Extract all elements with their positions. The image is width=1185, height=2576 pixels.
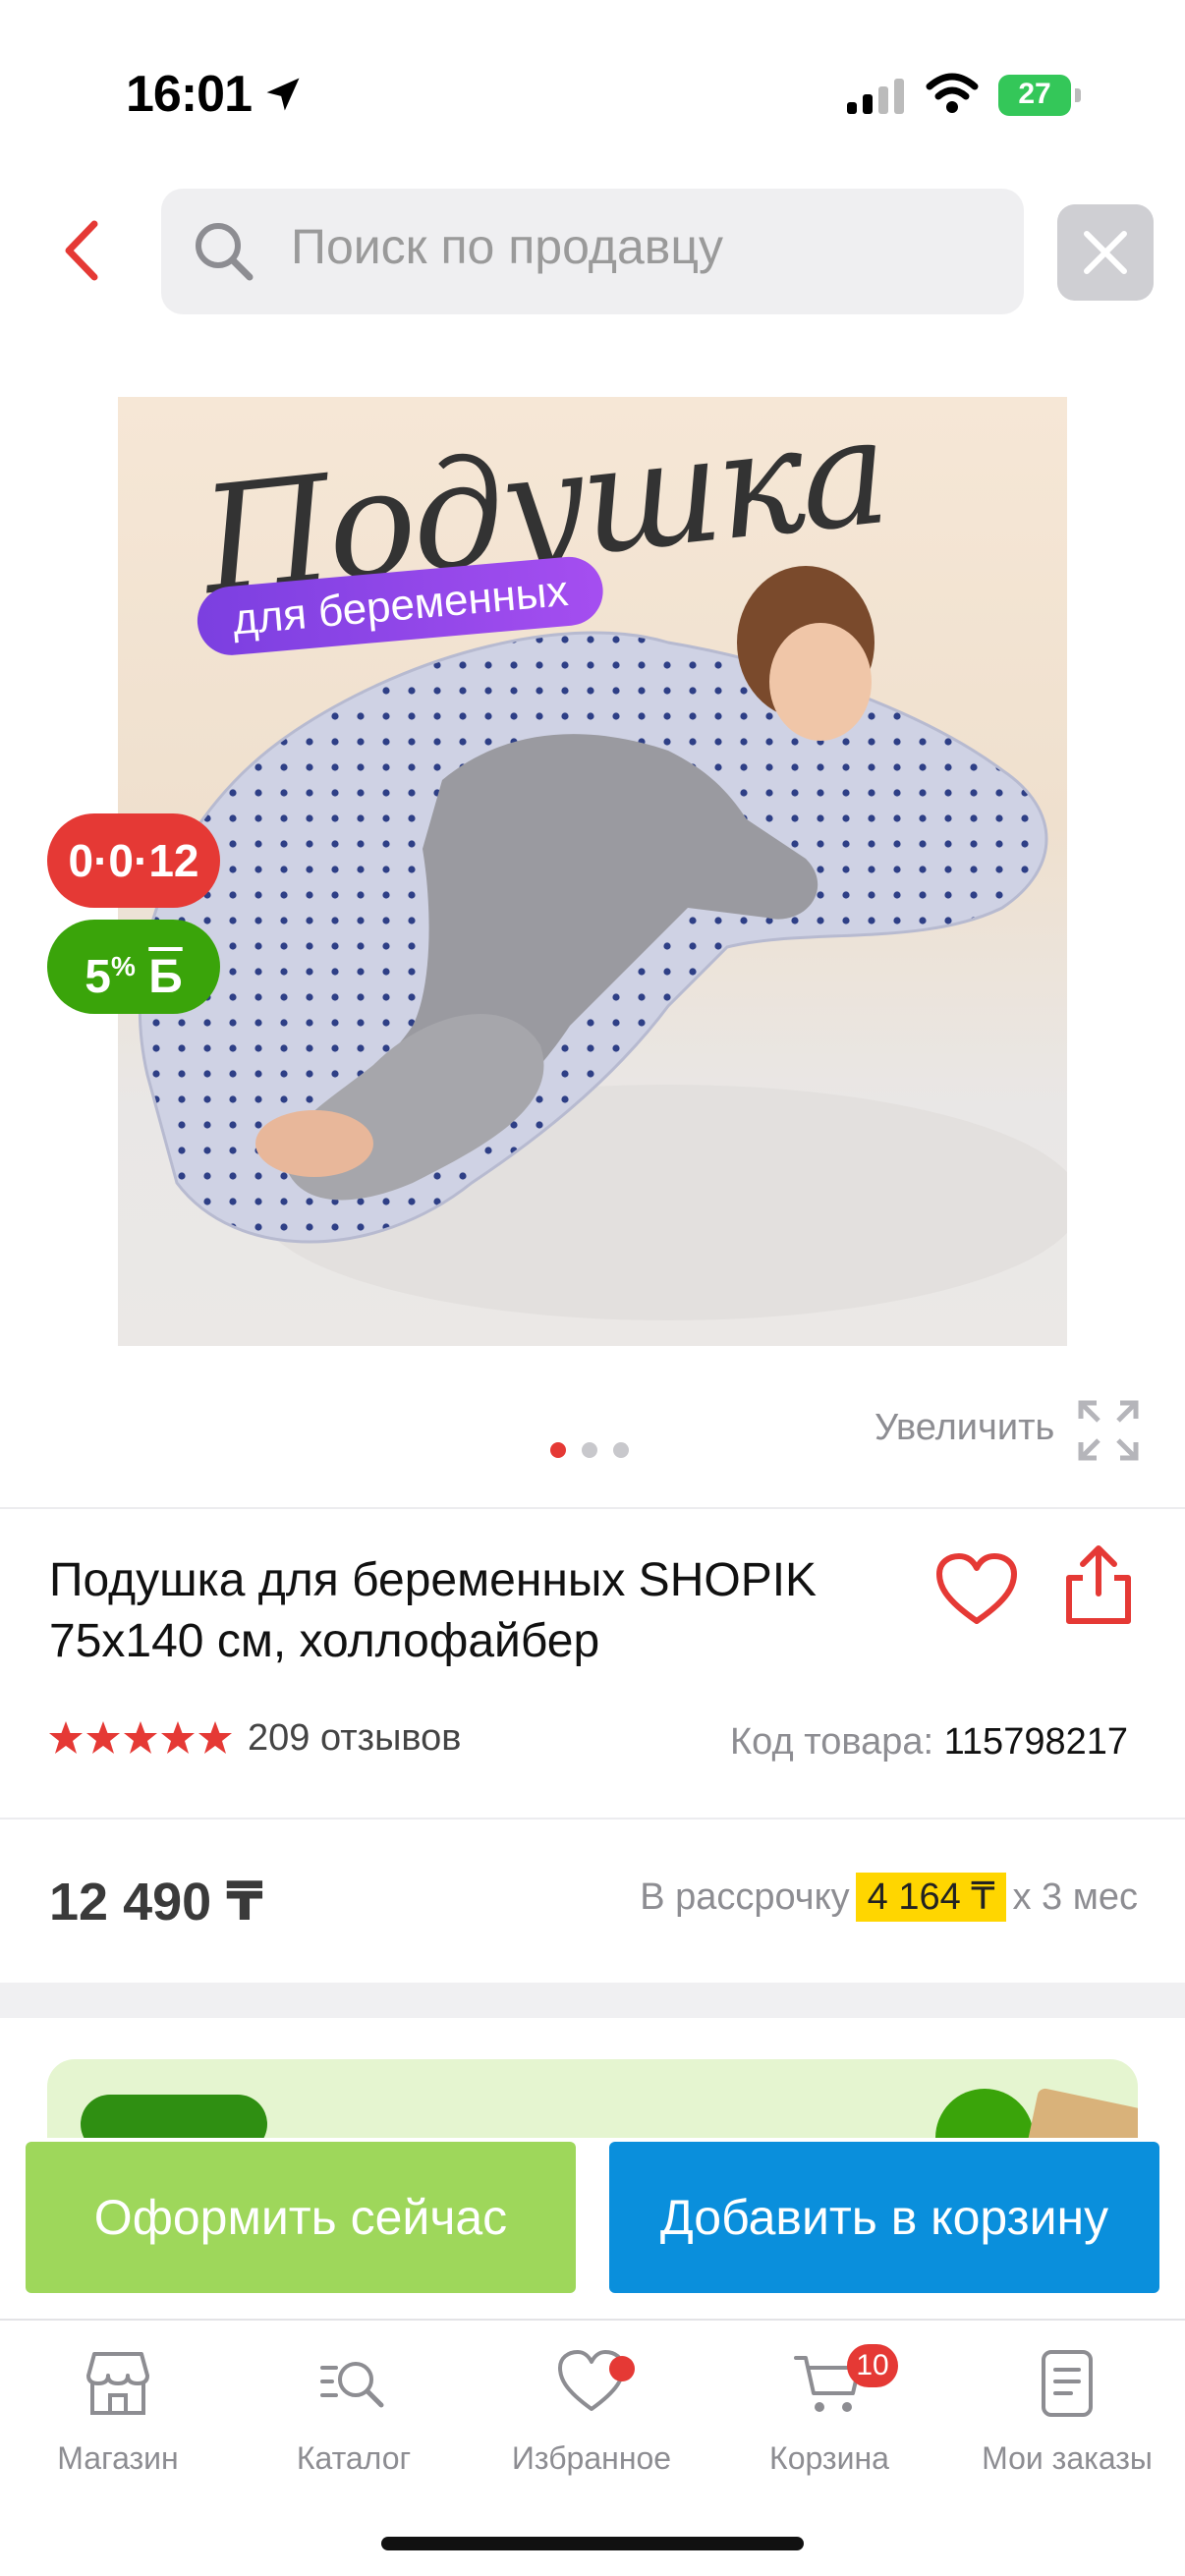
promo-banner[interactable] (47, 2059, 1138, 2138)
wifi-icon (926, 73, 979, 113)
product-image[interactable]: Подушка для беременных (118, 397, 1067, 1346)
seller-search-field[interactable]: Поиск по продавцу (161, 189, 1024, 314)
product-title: Подушка для беременных SHOPIK 75х140 см,… (49, 1554, 818, 1667)
store-icon (86, 2352, 149, 2415)
favorite-icon[interactable] (935, 1552, 1018, 1627)
cellular-signal-icon (847, 79, 904, 114)
search-icon (196, 223, 254, 281)
tab-favorites[interactable]: Избранное (474, 2346, 709, 2503)
tab-label: Каталог (296, 2440, 412, 2476)
sku-value: 115798217 (943, 1721, 1128, 1763)
tab-label: Магазин (57, 2440, 179, 2476)
status-bar: 16:01 27 (0, 0, 1185, 187)
favorites-notification-dot (609, 2356, 635, 2381)
tab-label: Корзина (769, 2440, 889, 2476)
add-to-cart-button[interactable]: Добавить в корзину (609, 2142, 1159, 2293)
tab-store[interactable]: Магазин (0, 2346, 236, 2503)
product-price: 12 490 ₸ (49, 1873, 263, 1932)
pillow-illustration (138, 566, 1067, 1320)
zoom-button[interactable]: Увеличить (875, 1399, 1150, 1464)
battery-indicator: 27 (998, 75, 1081, 116)
divider (0, 1507, 1185, 1509)
expand-icon (1078, 1400, 1139, 1461)
installment-amount: 4 164 ₸ (855, 1873, 1007, 1922)
battery-level: 27 (1018, 78, 1051, 110)
cart-count-badge: 10 (847, 2344, 898, 2387)
installment-label: В рассрочку (640, 1876, 850, 1918)
bonus-letter: Б (148, 951, 183, 1003)
carousel-dots (550, 1442, 639, 1462)
tab-cart[interactable]: 10 Корзина (711, 2344, 947, 2503)
divider (0, 1818, 1185, 1820)
tab-catalog[interactable]: Каталог (236, 2346, 472, 2503)
promo-coin-icon (935, 2089, 1034, 2138)
section-separator (0, 1983, 1185, 2018)
location-arrow-icon (266, 78, 300, 111)
orders-icon (1042, 2350, 1093, 2417)
bonus-value: 5 (85, 951, 111, 1003)
status-time: 16:01 (126, 66, 253, 123)
carousel-dot[interactable] (613, 1442, 629, 1458)
tab-label: Мои заказы (982, 2440, 1153, 2476)
buy-now-button[interactable]: Оформить сейчас (26, 2142, 576, 2293)
carousel-dot[interactable] (582, 1442, 597, 1458)
tab-label: Избранное (511, 2440, 672, 2476)
tab-orders[interactable]: Мои заказы (949, 2346, 1185, 2503)
catalog-icon (320, 2362, 384, 2408)
promo-pill (81, 2095, 267, 2138)
product-code: Код товара: 115798217 (730, 1721, 1128, 1764)
share-icon[interactable] (1061, 1544, 1136, 1627)
sku-label: Код товара: (730, 1721, 934, 1763)
close-button[interactable] (1057, 204, 1154, 301)
bonus-percent: % (110, 951, 136, 981)
reviews-link[interactable]: 209 отзывов (248, 1717, 461, 1760)
promo-box-icon (1022, 2087, 1138, 2138)
carousel-dot[interactable] (550, 1442, 566, 1458)
rating-stars (49, 1721, 232, 1754)
installment-info[interactable]: В рассрочку 4 164 ₸ х 3 мес (640, 1873, 1138, 1922)
back-button[interactable] (49, 206, 118, 295)
home-indicator[interactable] (381, 2537, 804, 2550)
installment-badge: 0·0·12 (47, 813, 220, 908)
installment-term: х 3 мес (1012, 1876, 1138, 1918)
zoom-label: Увеличить (875, 1407, 1055, 1448)
search-placeholder: Поиск по продавцу (291, 219, 723, 274)
bonus-badge: 5% Б (47, 920, 220, 1014)
